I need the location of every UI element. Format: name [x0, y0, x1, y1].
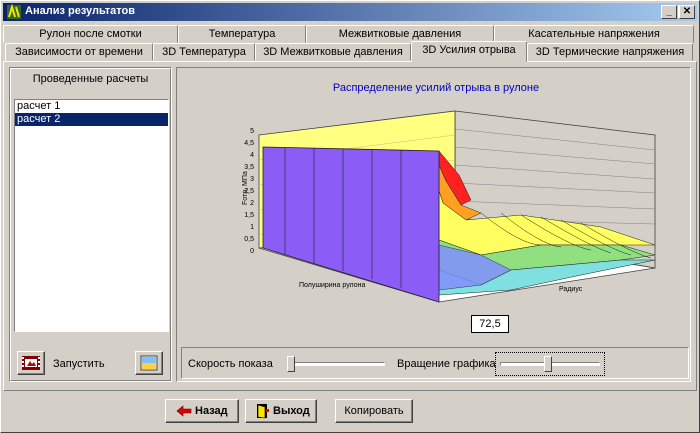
z-tick-10: 0 — [250, 248, 254, 255]
tab-3d-temperature[interactable]: 3D Температура — [153, 43, 255, 61]
z-tick-9: 0,5 — [244, 236, 254, 243]
z-tick-3: 3,5 — [244, 164, 254, 171]
z-tick-8: 1 — [250, 224, 254, 231]
rotate-label: Вращение графика — [397, 358, 496, 370]
image-icon-button[interactable] — [135, 351, 163, 375]
calculations-header: Проведенные расчеты — [32, 73, 149, 85]
close-button[interactable]: ✕ — [679, 5, 695, 19]
door-icon — [257, 404, 269, 419]
tab-time-dependencies[interactable]: Зависимости от времени — [5, 43, 153, 61]
rotate-slider-thumb[interactable] — [544, 356, 553, 372]
z-tick-6: 2 — [250, 200, 254, 207]
back-button[interactable]: Назад — [165, 399, 239, 423]
run-icon-button[interactable] — [17, 351, 45, 375]
film-icon — [22, 356, 40, 370]
tab-3d-detach-force[interactable]: 3D Усилия отрыва — [411, 41, 527, 62]
z-tick-7: 1,5 — [244, 212, 254, 219]
tab-3d-thermal-stress[interactable]: 3D Термические напряжения — [527, 43, 693, 61]
main-window: Анализ результатов _ □ ✕ Рулон после смо… — [0, 0, 700, 433]
y-axis-label: Радиус — [559, 286, 583, 293]
list-item-calc-1[interactable]: расчет 1 — [15, 100, 168, 113]
run-label: Запустить — [53, 358, 105, 370]
arrow-left-icon — [176, 405, 192, 417]
tab-roll-after-winding[interactable]: Рулон после смотки — [3, 25, 178, 43]
z-axis-label: Fотр, МПа — [242, 171, 249, 205]
z-tick-2: 4 — [250, 152, 254, 159]
tab-3d-interturn-pressure[interactable]: 3D Межвитковые давления — [255, 43, 411, 61]
chart-title: Распределение усилий отрыва в рулоне — [332, 82, 540, 94]
x-axis-label: Полуширина рулона — [299, 282, 365, 289]
exit-button[interactable]: Выход — [245, 399, 317, 423]
surface-chart: 5 4,5 4 3,5 3 2,5 2 1,5 1 0,5 0 Fотр, МП… — [242, 110, 656, 303]
copy-label: Копировать — [344, 405, 404, 417]
surface-front-face — [262, 146, 440, 303]
speed-label: Скорость показа — [188, 358, 273, 370]
speed-track[interactable] — [287, 362, 385, 366]
list-item-calc-2[interactable]: расчет 2 — [15, 113, 168, 126]
z-tick-0: 5 — [250, 128, 254, 135]
value-box: 72,5 — [471, 315, 509, 333]
tab-temperature[interactable]: Температура — [178, 25, 306, 43]
z-tick-1: 4,5 — [244, 140, 254, 147]
z-tick-4: 3 — [250, 176, 254, 183]
copy-button[interactable]: Копировать — [335, 399, 413, 423]
window-title: Анализ результатов — [25, 5, 135, 17]
back-label: Назад — [195, 405, 228, 417]
title-bar: Анализ результатов _ □ — [3, 3, 697, 21]
app-icon — [7, 4, 21, 19]
calculations-list[interactable]: расчет 1 расчет 2 — [14, 99, 169, 332]
minimize-button[interactable]: _ — [661, 5, 677, 19]
picture-icon — [140, 355, 158, 371]
exit-label: Выход — [273, 405, 310, 417]
speed-slider-thumb[interactable] — [287, 356, 295, 372]
